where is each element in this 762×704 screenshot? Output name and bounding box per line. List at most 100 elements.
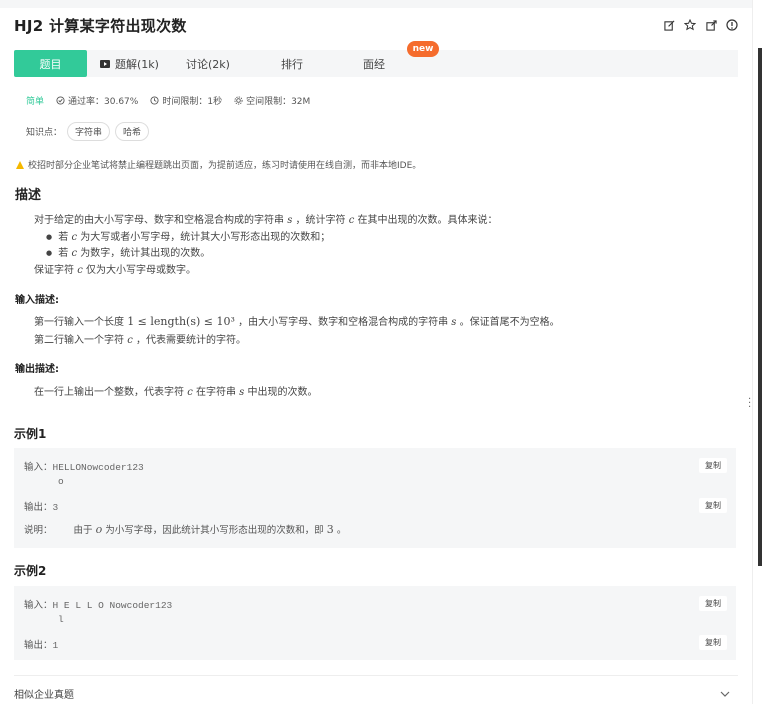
- tab-ranking[interactable]: 排行: [244, 50, 340, 77]
- input-desc-line-1: 第一行输入一个长度 1 ≤ length(s) ≤ 10³ ，由大小写字母、数字…: [34, 313, 560, 328]
- text: 在其中出现的次数。具体来说：: [357, 215, 498, 226]
- pass-rate: 通过率：30.67%: [56, 94, 138, 107]
- divider: [14, 675, 738, 676]
- example1-input-line2: o: [58, 476, 64, 487]
- output-label: 输出：: [24, 502, 53, 513]
- page-title: HJ2 计算某字符出现次数: [14, 16, 187, 35]
- ide-warning: 校招时部分企业笔试将禁止编程题跳出页面，为提前适应，练习时请使用在线自测，而非本…: [16, 158, 421, 171]
- knowledge-tags: 知识点： 字符串 哈希: [26, 122, 150, 141]
- math-s: s: [287, 215, 293, 226]
- example2-input: 输入：H E L L O Nowcoder123: [24, 597, 172, 611]
- text: 保证字符: [34, 265, 74, 276]
- text: 若: [58, 248, 69, 259]
- new-badge: new: [407, 41, 439, 57]
- math-c: c: [77, 265, 83, 276]
- tab-label: 面经: [363, 57, 385, 71]
- space-limit-text: 空间限制：32M: [246, 97, 311, 107]
- text: 为大写或者小写字母，统计其大小写形态出现的次数和；: [80, 232, 331, 243]
- output-label: 输出：: [24, 640, 53, 651]
- info-icon[interactable]: [726, 19, 738, 31]
- tag-string[interactable]: 字符串: [67, 122, 111, 141]
- math-c: c: [71, 232, 78, 243]
- header-actions: [663, 19, 738, 31]
- text: 为数字，统计其出现的次数。: [80, 248, 211, 259]
- tab-solutions[interactable]: 题解(1k): [87, 50, 172, 77]
- math-c: c: [71, 248, 78, 259]
- input-value: H E L L O Nowcoder123: [52, 600, 173, 611]
- input-label: 输入：: [24, 600, 53, 611]
- text: 第二行输入一个字符: [34, 335, 124, 346]
- description-line-2: 保证字符 c 仅为大小写字母或数字。: [34, 261, 196, 276]
- text: 。: [336, 525, 347, 536]
- description-bullet-1: 若 c 为大写或者小写字母，统计其大小写形态出现的次数和；: [46, 228, 330, 243]
- knowledge-label: 知识点：: [26, 128, 63, 138]
- copy-input-button[interactable]: 复制: [699, 458, 727, 473]
- text: 为小写字母，因此统计其小写形态出现的次数和，即: [105, 525, 324, 536]
- tab-label: 题解(1k): [115, 57, 159, 71]
- text: ，统计字符: [295, 215, 346, 226]
- problem-meta: 简单 通过率：30.67% 时间限制：1秒 空间限制：32M: [26, 94, 322, 107]
- difficulty-label: 简单: [26, 97, 45, 107]
- tab-label: 讨论(2k): [186, 57, 230, 71]
- description-line-1: 对于给定的由大小写字母、数字和空格混合构成的字符串 s ，统计字符 c 在其中出…: [34, 211, 498, 226]
- math-3: 3: [326, 523, 334, 536]
- tab-label: 排行: [281, 57, 303, 71]
- similar-questions[interactable]: 相似企业真题: [14, 686, 738, 701]
- input-desc-heading: 输入描述:: [15, 295, 59, 306]
- chevron-down-icon: [720, 691, 730, 697]
- output-desc-line-1: 在一行上输出一个整数，代表字符 c 在字符串 s 中出现的次数。: [34, 383, 318, 398]
- time-limit: 时间限制：1秒: [150, 94, 222, 107]
- math-s: s: [451, 317, 457, 328]
- time-limit-text: 时间限制：1秒: [162, 97, 223, 107]
- copy-input-button[interactable]: 复制: [699, 596, 727, 611]
- note-label: 说明：: [24, 525, 53, 536]
- star-icon[interactable]: [684, 19, 696, 31]
- tab-label: 题目: [39, 57, 62, 71]
- math-o: o: [95, 523, 103, 536]
- tab-interview[interactable]: 面经: [340, 50, 408, 77]
- math-length-constraint: 1 ≤ length(s) ≤ 10³: [127, 315, 235, 328]
- example1-input: 输入：HELLONowcoder123: [24, 459, 144, 473]
- text: 若: [58, 232, 69, 243]
- copy-output-button[interactable]: 复制: [699, 635, 727, 650]
- output-desc-heading: 输出描述:: [15, 364, 59, 375]
- clock-icon: [150, 96, 159, 105]
- text: 由于: [73, 525, 93, 536]
- example2-box: 输入：H E L L O Nowcoder123 l 复制 输出：1 复制: [14, 586, 736, 660]
- scrollbar[interactable]: [758, 48, 762, 566]
- text: ，由大小写字母、数字和空格混合构成的字符串: [238, 317, 449, 328]
- pass-rate-text: 通过率：30.67%: [68, 97, 139, 107]
- output-value: 1: [52, 640, 59, 651]
- text: 在一行上输出一个整数，代表字符: [34, 387, 184, 398]
- input-desc-line-2: 第二行输入一个字符 c ，代表需要统计的字符。: [34, 331, 246, 346]
- example1-output: 输出：3: [24, 499, 58, 513]
- input-value: HELLONowcoder123: [52, 462, 144, 473]
- space-limit: 空间限制：32M: [234, 94, 310, 107]
- edit-icon[interactable]: [663, 19, 675, 31]
- gear-icon: [234, 96, 243, 105]
- copy-output-button[interactable]: 复制: [699, 498, 727, 513]
- example2-heading: 示例2: [14, 564, 47, 578]
- tag-hash[interactable]: 哈希: [115, 122, 150, 141]
- video-icon: [100, 59, 111, 68]
- text: 中出现的次数。: [247, 387, 318, 398]
- drag-handle-icon[interactable]: · · ·: [748, 395, 754, 414]
- problem-tabs: 题目 题解(1k) 讨论(2k) 排行 面经: [14, 50, 738, 77]
- share-icon[interactable]: [705, 19, 717, 31]
- math-c: c: [127, 335, 133, 346]
- top-strip: [0, 0, 752, 8]
- warning-icon: [16, 160, 24, 169]
- example2-input-line2: l: [58, 614, 64, 625]
- example1-box: 输入：HELLONowcoder123 o 复制 输出：3 复制 说明： 由于 …: [14, 448, 736, 548]
- similar-label: 相似企业真题: [14, 690, 74, 701]
- tab-problem[interactable]: 题目: [14, 50, 87, 77]
- example2-output: 输出：1: [24, 637, 58, 651]
- example1-note: 说明： 由于 o 为小写字母，因此统计其小写形态出现的次数和，即 3 。: [24, 522, 346, 536]
- text: 第一行输入一个长度: [34, 317, 124, 328]
- math-c: c: [348, 215, 355, 226]
- tab-discussion[interactable]: 讨论(2k): [172, 50, 244, 77]
- warning-text: 校招时部分企业笔试将禁止编程题跳出页面，为提前适应，练习时请使用在线自测，而非本…: [28, 161, 422, 171]
- description-heading: 描述: [15, 188, 42, 203]
- problem-header: HJ2 计算某字符出现次数: [14, 14, 738, 36]
- output-value: 3: [52, 502, 59, 513]
